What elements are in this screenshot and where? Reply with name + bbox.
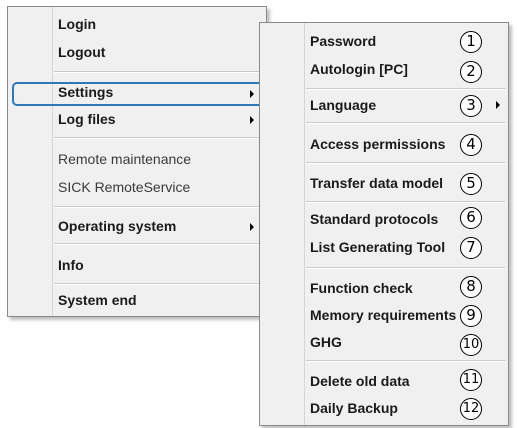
callout-marker: 1 (460, 31, 482, 53)
menu-item-info[interactable]: Info (58, 255, 84, 275)
callout-marker: 6 (460, 207, 482, 229)
chevron-right-icon (496, 101, 500, 109)
chevron-right-icon (250, 90, 254, 98)
submenu-item-transfer-data-model[interactable]: Transfer data model (310, 173, 443, 193)
submenu-item-standard-protocols[interactable]: Standard protocols (310, 209, 438, 229)
submenu-item-function-check[interactable]: Function check (310, 278, 413, 298)
menu-item-system-end[interactable]: System end (58, 290, 137, 310)
submenu-item-ghg[interactable]: GHG (310, 332, 342, 352)
chevron-right-icon (250, 223, 254, 231)
callout-marker: 12 (460, 398, 482, 420)
submenu-item-access-permissions[interactable]: Access permissions (310, 134, 445, 154)
main-menu: Login Logout Settings Log files Remote m… (7, 6, 267, 317)
menu-separator (306, 201, 505, 203)
menu-separator (306, 360, 505, 362)
menu-item-settings[interactable]: Settings (58, 82, 113, 102)
callout-marker: 2 (460, 61, 482, 83)
settings-highlight (12, 82, 266, 106)
menu-separator (306, 267, 505, 269)
callout-marker: 10 (460, 334, 482, 356)
menu-separator (54, 71, 263, 73)
callout-marker: 4 (460, 134, 482, 156)
menu-separator (54, 137, 263, 139)
menu-item-login[interactable]: Login (58, 14, 96, 34)
submenu-item-memory-requirements[interactable]: Memory requirements (310, 305, 456, 325)
submenu-item-autologin[interactable]: Autologin [PC] (310, 59, 408, 79)
menu-separator (306, 88, 505, 90)
menu-separator (306, 162, 505, 164)
callout-marker: 8 (460, 276, 482, 298)
submenu-item-password[interactable]: Password (310, 31, 376, 51)
menu-separator (54, 206, 263, 208)
submenu-item-delete-old-data[interactable]: Delete old data (310, 371, 410, 391)
menu-separator (54, 283, 263, 285)
submenu-item-daily-backup[interactable]: Daily Backup (310, 398, 398, 418)
submenu-item-language[interactable]: Language (310, 95, 376, 115)
callout-marker: 11 (460, 369, 482, 391)
menu-item-remote-maintenance[interactable]: Remote maintenance (58, 149, 191, 169)
chevron-right-icon (250, 116, 254, 124)
menu-separator (54, 243, 263, 245)
callout-marker: 7 (460, 237, 482, 259)
menu-item-logout[interactable]: Logout (58, 42, 105, 62)
callout-marker: 9 (460, 305, 482, 327)
menu-item-log-files[interactable]: Log files (58, 109, 116, 129)
submenu-item-list-generating-tool[interactable]: List Generating Tool (310, 237, 445, 257)
settings-submenu: Password 1 Autologin [PC] 2 Language 3 A… (259, 22, 509, 426)
menu-item-operating-system[interactable]: Operating system (58, 216, 176, 236)
callout-marker: 5 (460, 173, 482, 195)
menu-item-sick-remoteservice[interactable]: SICK RemoteService (58, 177, 190, 197)
callout-marker: 3 (460, 95, 482, 117)
menu-separator (306, 122, 505, 124)
